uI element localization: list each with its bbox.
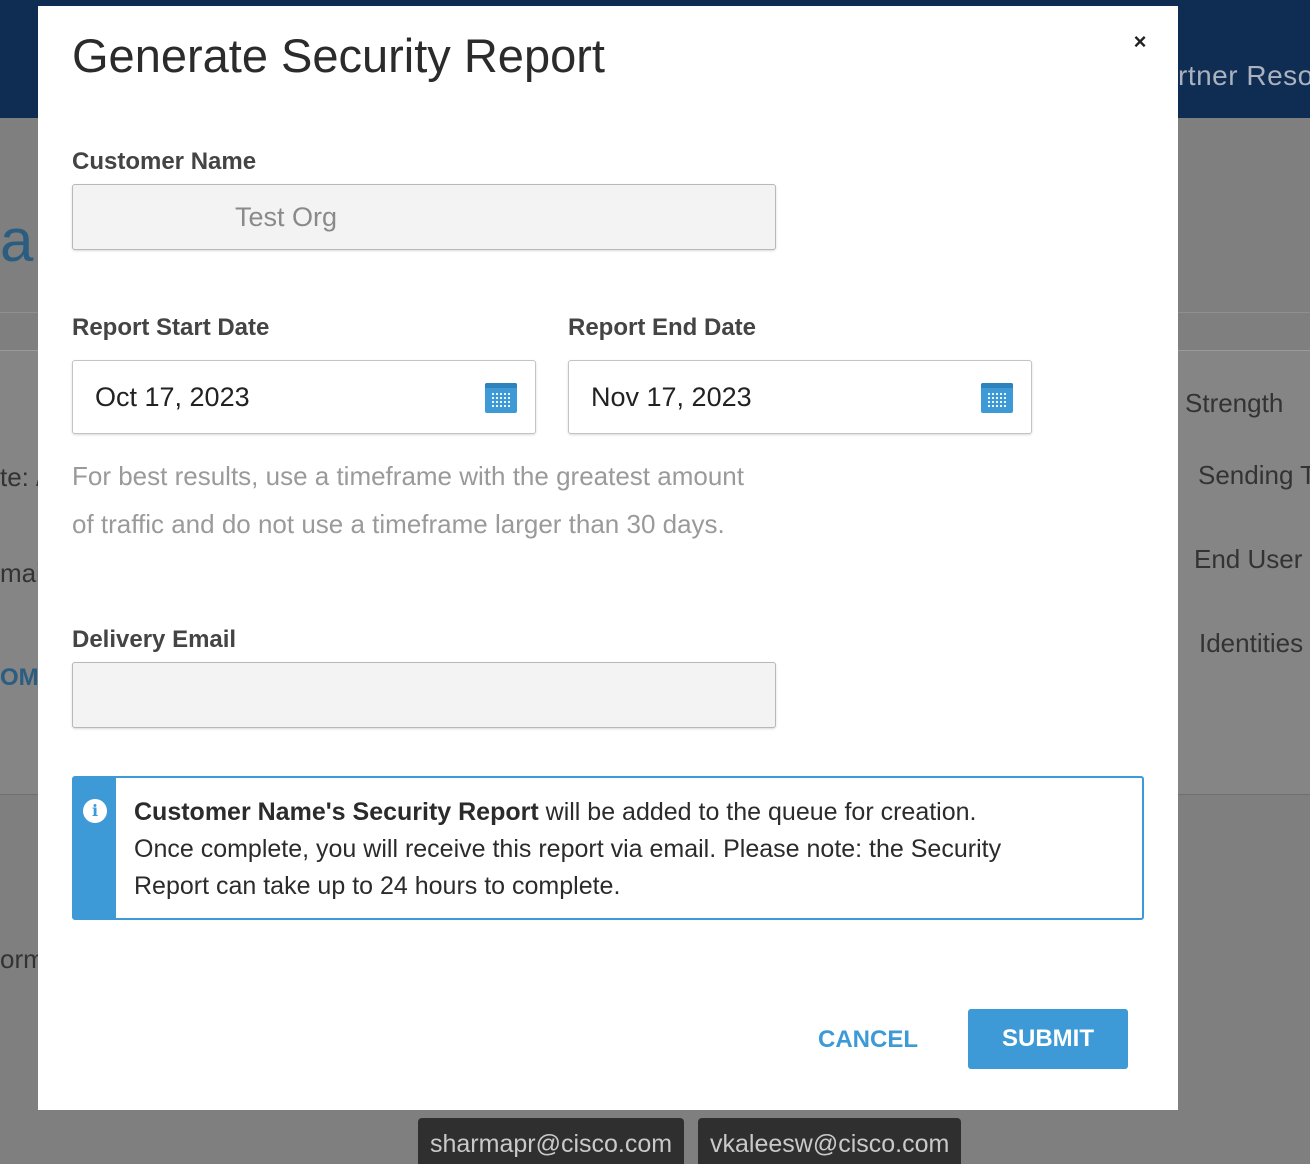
start-date-value: Oct 17, 2023 <box>95 382 250 412</box>
info-message: Customer Name's Security Report will be … <box>134 794 1034 905</box>
info-alert: i Customer Name's Security Report will b… <box>72 776 1144 920</box>
timeframe-hint: For best results, use a timeframe with t… <box>72 461 744 539</box>
bg-text-fragment: mai <box>0 558 42 588</box>
end-date-label: Report End Date <box>568 314 757 341</box>
customer-name-label: Customer Name <box>72 148 257 175</box>
start-date-label: Report Start Date <box>72 314 270 341</box>
start-date-field[interactable]: Oct 17, 2023 <box>72 360 536 434</box>
page-heading-fragment: a <box>0 207 34 274</box>
header-title: rtner Reso <box>1178 60 1310 91</box>
generate-report-dialog: Generate Security Report × Customer Name… <box>38 6 1178 1110</box>
email-chip: vkaleesw@cisco.com <box>698 1118 962 1164</box>
email-chip: sharmapr@cisco.com <box>418 1118 685 1164</box>
customer-name-field: Test Org <box>72 184 776 250</box>
close-icon[interactable]: × <box>1128 30 1152 54</box>
info-message-bold: Customer Name's Security Report <box>134 798 539 826</box>
end-date-field[interactable]: Nov 17, 2023 <box>568 360 1032 434</box>
info-icon: i <box>83 799 107 823</box>
calendar-icon[interactable] <box>981 383 1013 413</box>
bg-label: End User <box>1194 544 1303 574</box>
info-stripe: i <box>74 778 116 918</box>
submit-button[interactable]: SUBMIT <box>968 1009 1128 1069</box>
bg-label: l Strength <box>1172 388 1284 418</box>
bg-label: Sending T <box>1198 460 1310 490</box>
delivery-email-field[interactable] <box>72 662 776 728</box>
bg-text-fragment: te: / <box>0 462 44 492</box>
delivery-email-label: Delivery Email <box>72 626 237 653</box>
end-date-value: Nov 17, 2023 <box>591 382 752 412</box>
cancel-button[interactable]: CANCEL <box>798 1010 938 1070</box>
bg-link-fragment: OM <box>0 664 39 691</box>
calendar-icon[interactable] <box>485 383 517 413</box>
bg-label: Identities <box>1199 628 1304 658</box>
dialog-title: Generate Security Report <box>72 29 605 82</box>
